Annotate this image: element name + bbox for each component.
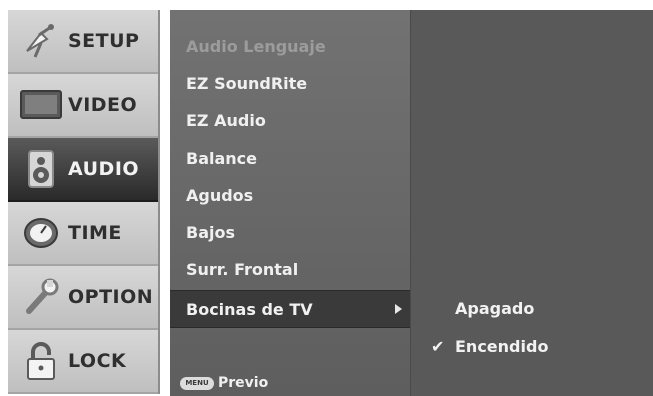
category-setup[interactable]: SETUP: [8, 10, 158, 74]
category-audio[interactable]: AUDIO: [8, 138, 158, 202]
submenu-item-label: Bajos: [186, 222, 235, 242]
submenu-item-agudos[interactable]: Agudos: [170, 177, 410, 213]
wrench-icon: [18, 275, 64, 319]
category-video[interactable]: VIDEO: [8, 74, 158, 138]
category-label: AUDIO: [68, 158, 140, 180]
submenu-item-bajos[interactable]: Bajos: [170, 214, 410, 250]
menu-footer: MENU Previo: [170, 370, 410, 396]
submenu-item-surr-frontal[interactable]: Surr. Frontal: [170, 251, 410, 287]
category-label: TIME: [68, 222, 122, 244]
category-label: LOCK: [68, 350, 127, 372]
category-label: VIDEO: [68, 94, 138, 116]
option-encendido[interactable]: ✔ Encendido: [411, 330, 653, 362]
submenu-item-ez-audio[interactable]: EZ Audio: [170, 102, 410, 138]
speaker-icon: [18, 147, 64, 191]
submenu-item-label: Audio Lenguaje: [186, 36, 326, 56]
clock-icon: [18, 211, 64, 255]
category-lock[interactable]: LOCK: [8, 330, 158, 394]
submenu-item-label: Surr. Frontal: [186, 259, 299, 279]
submenu-item-ez-soundrite[interactable]: EZ SoundRite: [170, 65, 410, 101]
option-label: Encendido: [455, 336, 549, 356]
submenu-item-audio-lenguaje: Audio Lenguaje: [170, 28, 410, 64]
category-time[interactable]: TIME: [8, 202, 158, 266]
chevron-right-icon: [395, 304, 402, 314]
menu-key-icon: MENU: [180, 376, 214, 390]
previous-hint[interactable]: Previo: [218, 375, 268, 391]
tv-icon: [18, 83, 64, 127]
category-label: SETUP: [68, 30, 140, 52]
submenu-item-balance[interactable]: Balance: [170, 140, 410, 176]
satellite-icon: [18, 19, 64, 63]
category-option[interactable]: OPTION: [8, 266, 158, 330]
submenu-item-label: Balance: [186, 148, 257, 168]
padlock-icon: [18, 339, 64, 383]
option-apagado[interactable]: Apagado: [411, 292, 653, 324]
submenu-item-label: Bocinas de TV: [186, 299, 313, 319]
category-menu: SETUP VIDEO AUDIO TIME OPTION LOCK: [8, 10, 160, 394]
category-label: OPTION: [68, 286, 154, 308]
audio-submenu: Audio Lenguaje EZ SoundRite EZ Audio Bal…: [170, 10, 410, 396]
options-panel: Apagado ✔ Encendido: [410, 10, 653, 396]
check-icon: ✔: [431, 336, 445, 356]
option-label: Apagado: [455, 298, 535, 318]
submenu-item-bocinas-de-tv[interactable]: Bocinas de TV: [170, 290, 410, 328]
submenu-item-label: EZ SoundRite: [186, 73, 308, 93]
tv-osd-screen: SETUP VIDEO AUDIO TIME OPTION LOCK Audio…: [0, 0, 653, 396]
submenu-item-label: Agudos: [186, 185, 254, 205]
submenu-item-label: EZ Audio: [186, 110, 266, 130]
